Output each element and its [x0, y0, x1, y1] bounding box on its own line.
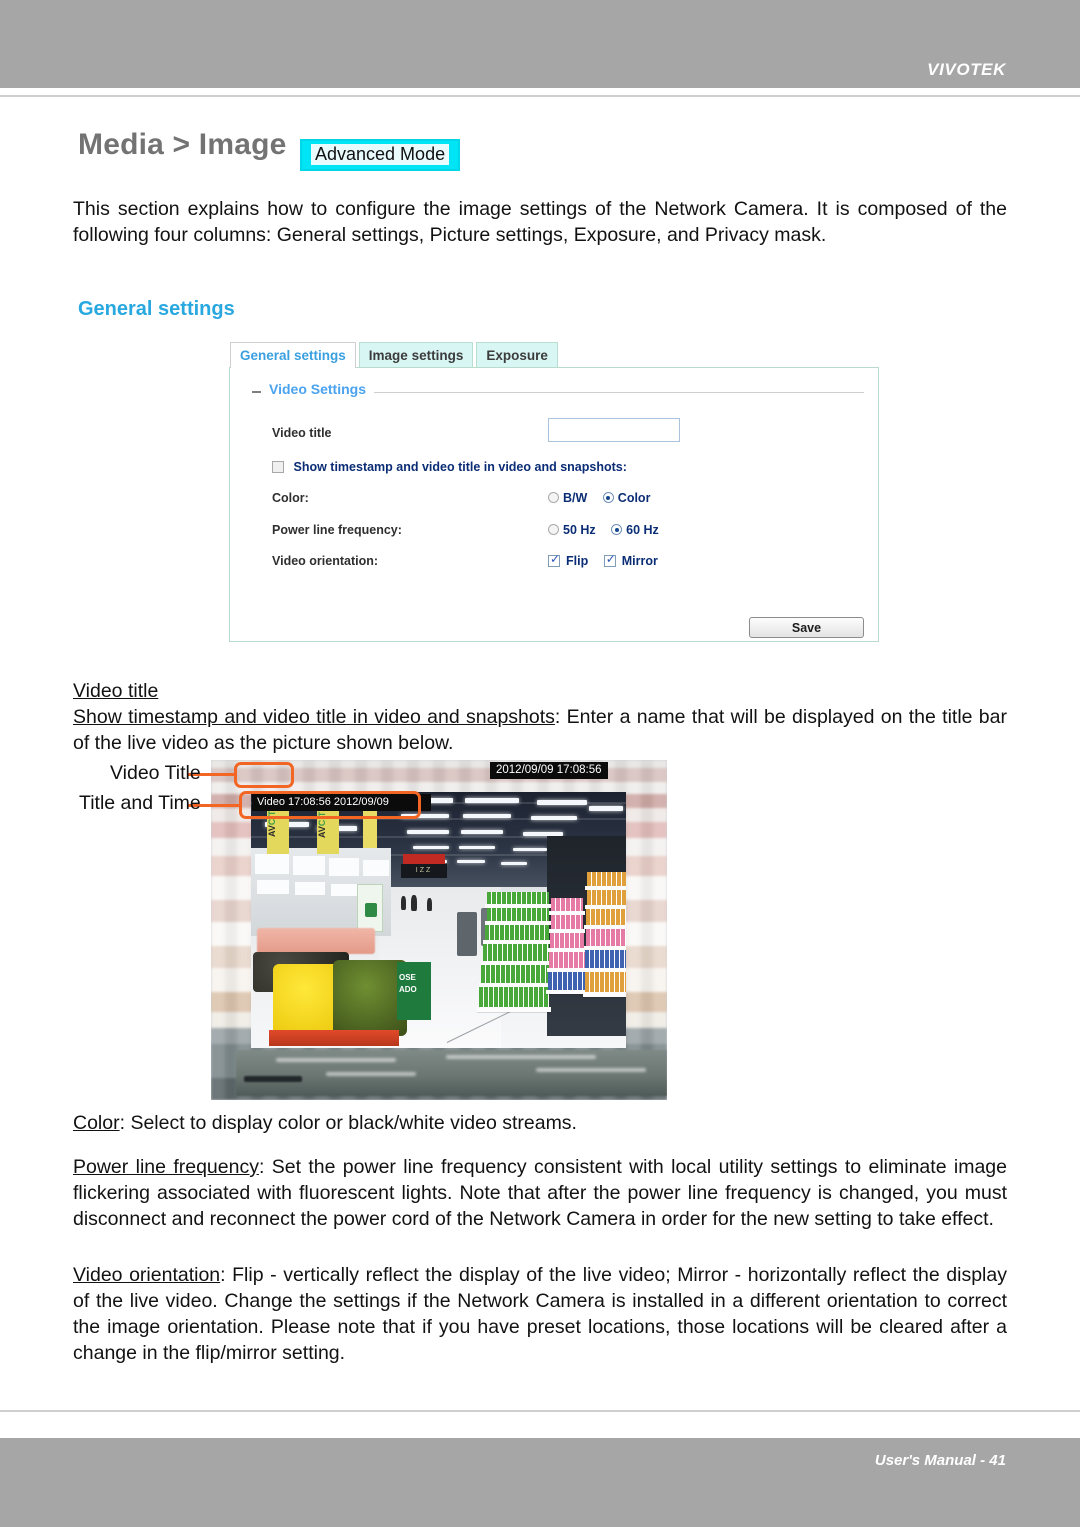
timestamp-overlay: 2012/09/09 17:08:56	[490, 762, 608, 779]
tab-image-settings[interactable]: Image settings	[358, 342, 474, 368]
power-line-frequency-options[interactable]: 50 Hz 60 Hz	[548, 523, 671, 537]
callout-label-title-and-time: Title and Time	[79, 792, 201, 814]
live-video-figure: AVCIT AVCIT OSE ADO IZZ 2012/09/09 17:08…	[187, 760, 667, 1100]
orientation-term: Video orientation	[73, 1264, 221, 1286]
power-line-definition: Power line frequency: Set the power line…	[73, 1154, 1007, 1232]
callout-box-video-title	[234, 762, 294, 788]
color-term: Color	[73, 1112, 120, 1134]
color-bw-label: B/W	[563, 491, 588, 505]
produce-green	[333, 960, 407, 1036]
green-price-sign: OSE ADO	[397, 962, 431, 1020]
video-bottom-band	[236, 1050, 667, 1096]
footer-page-label: User's Manual - 41	[874, 1452, 1006, 1469]
shopper	[411, 895, 417, 911]
advanced-mode-label: Advanced Mode	[311, 144, 450, 165]
video-title-input[interactable]	[548, 418, 680, 442]
page-header-band: VIVOTEK	[0, 0, 1080, 88]
callout-label-video-title: Video Title	[110, 762, 201, 784]
color-bw-radio[interactable]	[548, 492, 559, 503]
intro-paragraph: This section explains how to configure t…	[73, 198, 1007, 246]
freq-50hz-label: 50 Hz	[563, 523, 596, 537]
color-color-label: Color	[617, 491, 651, 505]
page-title: Media > Image	[78, 128, 287, 161]
color-desc: : Select to display color or black/white…	[119, 1112, 577, 1134]
flip-label: Flip	[566, 554, 589, 568]
advanced-mode-badge: Advanced Mode	[300, 139, 461, 171]
callout-box-title-and-time	[239, 791, 421, 819]
shopper	[401, 896, 406, 910]
show-timestamp-definition: Show timestamp and video title in video …	[73, 704, 1007, 756]
mirror-label: Mirror	[621, 554, 658, 568]
video-orientation-definition: Video orientation: Flip - vertically ref…	[73, 1262, 1007, 1366]
shopper	[427, 898, 432, 911]
freq-60hz-radio[interactable]	[611, 524, 623, 535]
video-orientation-options[interactable]: Flip Mirror	[548, 552, 670, 568]
show-timestamp-label: Show timestamp and video title in video …	[293, 460, 627, 474]
collapse-minus-icon[interactable]	[252, 391, 261, 393]
produce-crate	[269, 1030, 399, 1046]
panel-body: Video Settings Video title Show timestam…	[229, 367, 879, 642]
footer-divider	[0, 1410, 1080, 1412]
freq-60hz-label: 60 Hz	[626, 523, 659, 537]
show-timestamp-term: Show timestamp and video title in video …	[73, 706, 555, 728]
stock-cart	[457, 912, 477, 956]
video-settings-legend-label: Video Settings	[269, 381, 366, 397]
color-label: Color:	[272, 491, 309, 505]
general-settings-heading: General settings	[78, 298, 235, 320]
video-title-definition: Video title	[73, 678, 1007, 704]
tab-general-settings[interactable]: General settings	[230, 342, 356, 368]
page-footer-band: User's Manual - 41	[0, 1438, 1080, 1527]
power-term: Power line frequency	[73, 1156, 259, 1178]
floor-glint	[446, 1055, 596, 1059]
freq-50hz-radio[interactable]	[548, 524, 559, 535]
floor-glint	[276, 1058, 396, 1062]
black-sign: IZZ	[401, 864, 447, 878]
red-sign	[403, 854, 445, 864]
produce-pink	[257, 928, 375, 954]
floor-glint	[536, 1068, 646, 1072]
color-definition: Color: Select to display color or black/…	[73, 1110, 1007, 1136]
color-options[interactable]: B/W Color	[548, 491, 662, 505]
tab-exposure[interactable]: Exposure	[476, 342, 558, 368]
mirror-checkbox[interactable]	[603, 552, 616, 567]
save-button[interactable]: Save	[749, 617, 864, 638]
panel-tabs: General settings Image settings Exposure	[230, 342, 561, 368]
color-color-radio[interactable]	[602, 492, 614, 503]
vivotek-logo: VIVOTEK	[927, 60, 1006, 79]
aisle-sign	[357, 884, 383, 932]
video-settings-legend: Video Settings	[252, 381, 864, 399]
settings-panel-screenshot: General settings Image settings Exposure…	[221, 340, 887, 652]
show-timestamp-checkbox[interactable]	[272, 461, 284, 473]
floor-glint	[326, 1072, 416, 1076]
video-title-label: Video title	[272, 426, 332, 440]
video-title-term: Video title	[73, 680, 159, 702]
video-picture: AVCIT AVCIT OSE ADO IZZ	[251, 792, 626, 1048]
header-divider	[0, 95, 1080, 97]
video-orientation-label: Video orientation:	[272, 554, 379, 568]
legend-rule	[374, 392, 864, 393]
flip-checkbox[interactable]	[548, 552, 560, 567]
power-line-frequency-label: Power line frequency:	[272, 523, 402, 537]
show-timestamp-row[interactable]: Show timestamp and video title in video …	[272, 460, 639, 474]
